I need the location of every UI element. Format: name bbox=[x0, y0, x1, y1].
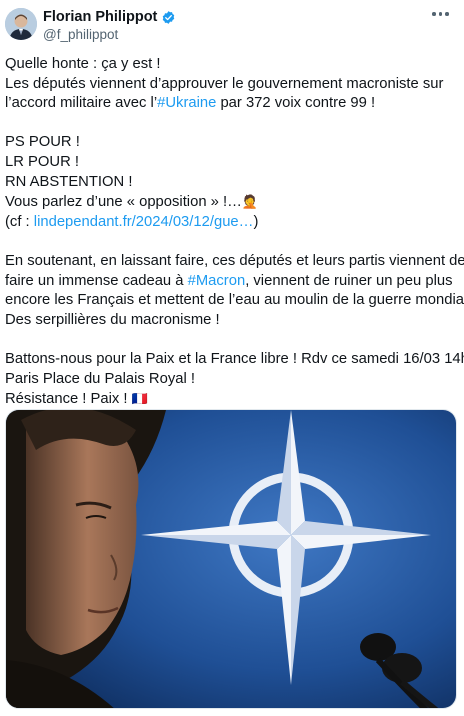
tweet-line: Des serpillières du macronisme ! bbox=[5, 311, 220, 328]
nato-photo-illustration bbox=[6, 410, 456, 708]
dot bbox=[438, 12, 442, 16]
more-options-icon[interactable] bbox=[432, 11, 450, 17]
verified-badge-icon bbox=[163, 11, 175, 24]
article-link[interactable]: lindependant.fr/2024/03/12/gue… bbox=[34, 214, 254, 230]
text-segment: Résistance ! Paix ! bbox=[5, 391, 128, 408]
text-segment: , viennent de ruiner un peu plus bbox=[245, 272, 453, 289]
tweet-line: Battons-nous pour la Paix et la France l… bbox=[5, 350, 464, 367]
dot bbox=[445, 12, 449, 16]
tweet-line: Les députés viennent d’approuver le gouv… bbox=[5, 75, 444, 92]
text-segment: ) bbox=[253, 213, 259, 230]
tweet-line: RN ABSTENTION ! bbox=[5, 173, 133, 190]
tweet-line: encore les Français et mettent de l’eau … bbox=[5, 292, 464, 309]
avatar-image bbox=[5, 8, 37, 40]
text-segment: Vous parlez d’une « opposition » !… bbox=[5, 194, 242, 211]
dot bbox=[432, 12, 436, 16]
tweet-line: Quelle honte : ça y est ! bbox=[5, 56, 161, 72]
author-name-row[interactable]: Florian Philippot bbox=[43, 9, 176, 26]
author-display-name[interactable]: Florian Philippot bbox=[43, 9, 157, 26]
tweet-line: Vous parlez d’une « opposition » !…🤦 bbox=[5, 192, 457, 213]
tweet-line: Résistance ! Paix ! 🇫🇷 bbox=[5, 389, 457, 410]
tweet-line: faire un immense cadeau à #Macron, vienn… bbox=[5, 272, 457, 292]
text-segment: (cf : bbox=[5, 213, 34, 230]
text-segment: faire un immense cadeau à bbox=[5, 272, 188, 289]
tweet-line: En soutenant, en laissant faire, ces dép… bbox=[5, 252, 464, 269]
text-segment: l’accord militaire avec l’ bbox=[5, 95, 158, 112]
avatar[interactable] bbox=[5, 8, 37, 40]
hashtag-macron-link[interactable]: #Macron bbox=[188, 273, 246, 289]
tweet-media-image[interactable] bbox=[5, 409, 457, 709]
hashtag-ukraine-link[interactable]: #Ukraine bbox=[157, 95, 216, 111]
tweet-line: Paris Place du Palais Royal ! bbox=[5, 370, 195, 387]
tweet-line: l’accord militaire avec l’#Ukraine par 3… bbox=[5, 94, 457, 114]
france-flag-emoji-icon: 🇫🇷 bbox=[131, 391, 148, 407]
tweet-line: (cf : lindependant.fr/2024/03/12/gue…) bbox=[5, 213, 457, 233]
tweet-card: Florian Philippot @f_philippot Quelle ho… bbox=[0, 0, 464, 716]
facepalm-emoji-icon: 🤦 bbox=[241, 194, 259, 210]
tweet-text: Quelle honte : ça y est ! Les députés vi… bbox=[5, 55, 464, 410]
text-segment: par 372 voix contre 99 ! bbox=[216, 95, 376, 112]
author-handle[interactable]: @f_philippot bbox=[43, 27, 118, 43]
tweet-line: LR POUR ! bbox=[5, 153, 79, 170]
tweet-line: PS POUR ! bbox=[5, 134, 80, 151]
